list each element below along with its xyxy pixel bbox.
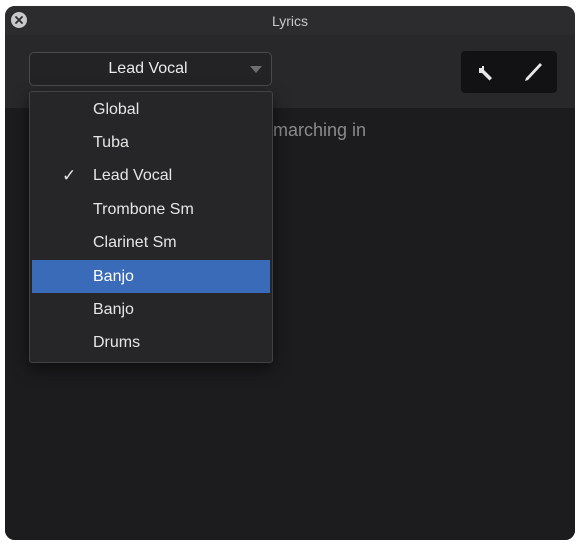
menu-item-tuba[interactable]: Tuba [32,126,270,159]
menu-item-banjo-highlighted[interactable]: Banjo [32,259,270,294]
close-icon [15,16,23,24]
wrench-icon [478,65,492,81]
menu-item-clarinet-sm[interactable]: Clarinet Sm [32,227,270,260]
pencil-button[interactable] [516,55,550,89]
checkmark-icon: ✓ [62,166,77,186]
menu-item-label: Clarinet Sm [93,234,177,252]
menu-item-label: Banjo [93,267,134,285]
menu-item-lead-vocal[interactable]: ✓ Lead Vocal [32,160,270,193]
menu-item-label: Drums [93,334,141,352]
lyric-line: marching in [273,120,367,140]
track-dropdown-menu: Global Tuba ✓ Lead Vocal Trombone Sm Cla… [29,91,273,363]
menu-item-label: Global [93,100,140,118]
track-select[interactable]: Lead Vocal [29,52,272,86]
close-button[interactable] [11,12,27,28]
lyrics-window: Lyrics Lead Vocal marching in Global Tub… [5,6,575,540]
menu-item-label: Banjo [93,301,134,319]
pencil-icon [525,63,542,81]
menu-item-trombone-sm[interactable]: Trombone Sm [32,193,270,226]
menu-item-label: Trombone Sm [93,200,194,218]
window-title: Lyrics [271,12,309,29]
tool-group [461,51,557,93]
chevron-down-icon [250,65,262,73]
title-bar: Lyrics [5,6,575,35]
wrench-button[interactable] [468,55,502,89]
menu-item-banjo[interactable]: Banjo [32,293,270,326]
menu-item-label: Tuba [93,134,129,152]
menu-item-label: Lead Vocal [93,167,173,185]
menu-item-global[interactable]: Global [32,93,270,126]
track-select-value: Lead Vocal [108,60,188,77]
menu-item-drums[interactable]: Drums [32,327,270,360]
